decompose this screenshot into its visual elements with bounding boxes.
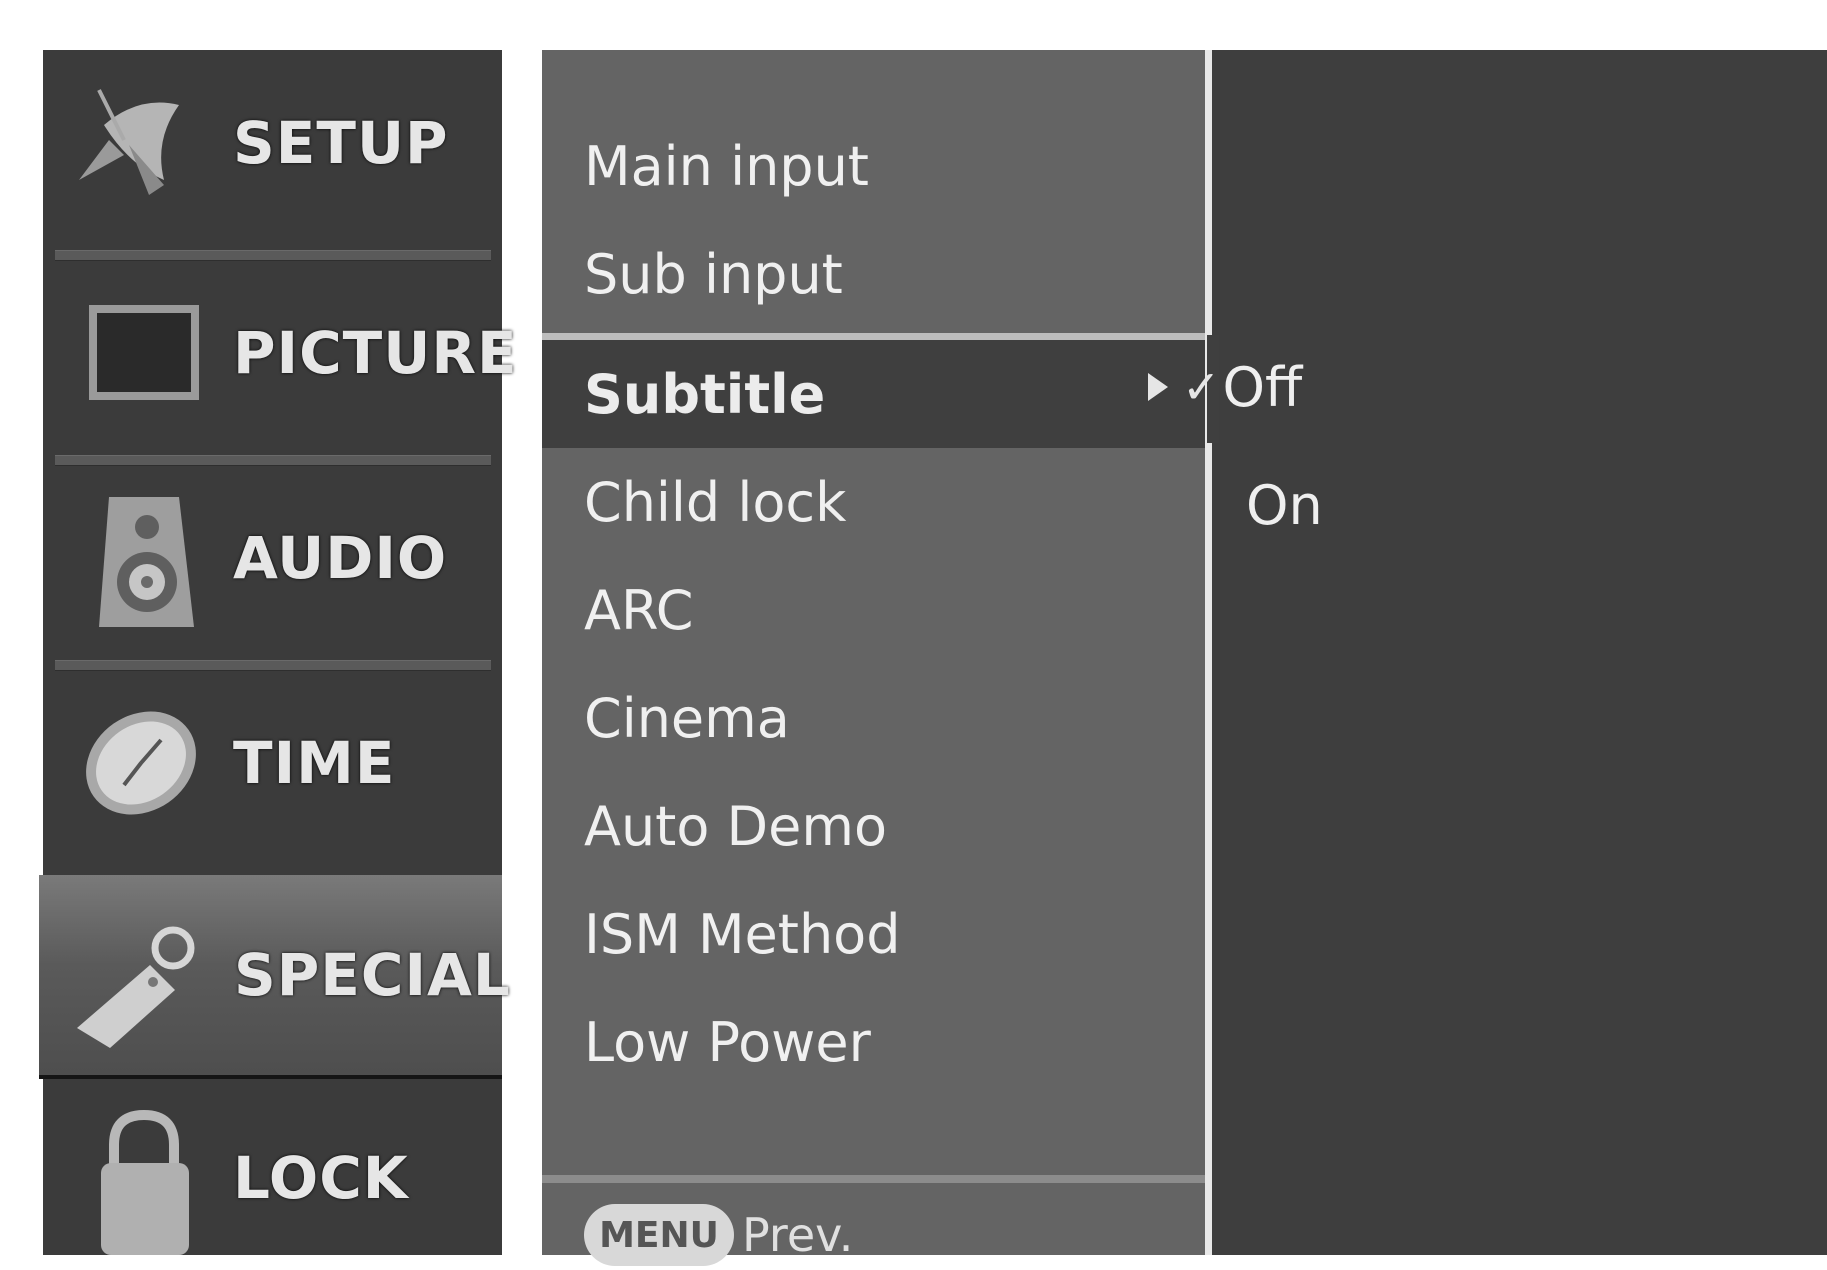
sidebar-item-picture[interactable]: PICTURE [43, 260, 518, 445]
menu-item-label: Subtitle [584, 362, 826, 426]
option-label: On [1246, 473, 1323, 537]
menu-item-label: ARC [584, 578, 694, 642]
menu-key-badge[interactable]: MENU [584, 1204, 734, 1266]
sidebar-item-label: SPECIAL [234, 941, 511, 1009]
menu-item-label: ISM Method [584, 902, 901, 966]
menu-item-label: Auto Demo [584, 794, 887, 858]
speaker-icon [69, 497, 209, 627]
panel-divider [1205, 50, 1212, 1255]
satellite-icon [69, 85, 209, 205]
sidebar-item-special[interactable]: SPECIAL [39, 875, 511, 1079]
menu-item-label: Sub input [584, 242, 843, 306]
option-label: Off [1222, 355, 1303, 419]
menu-item-label: Cinema [584, 686, 790, 750]
padlock-icon [69, 1105, 209, 1255]
sidebar-item-time[interactable]: TIME [43, 670, 502, 855]
sidebar-item-label: SETUP [233, 108, 449, 177]
main-menu-sidebar: SETUP PICTURE AUDIO TIME SPECIAL LOCK [39, 50, 518, 1255]
menu-footer: MENU Prev. [584, 1200, 853, 1270]
special-menu-panel: Main input Sub input Subtitle Child lock… [542, 50, 1207, 1266]
sidebar-item-lock[interactable]: LOCK [43, 1085, 502, 1270]
menu-item-label: Child lock [584, 470, 847, 534]
sidebar-item-label: AUDIO [233, 523, 448, 592]
sidebar-item-label: PICTURE [233, 318, 518, 387]
checkmark-icon: ✓ [1182, 360, 1221, 414]
sidebar-item-audio[interactable]: AUDIO [43, 465, 502, 650]
menu-item-sub-input[interactable]: Sub input [542, 220, 1207, 328]
menu-item-auto-demo[interactable]: Auto Demo [542, 772, 1207, 880]
menu-item-child-lock[interactable]: Child lock [542, 448, 1207, 556]
arrow-right-icon [1148, 373, 1168, 401]
sidebar-item-setup[interactable]: SETUP [43, 50, 502, 235]
subtitle-options-panel [1212, 50, 1827, 1255]
menu-item-label: Low Power [584, 1010, 871, 1074]
footer-prev-text: Prev. [742, 1208, 854, 1262]
sidebar-item-label: TIME [233, 728, 396, 797]
menu-item-main-input[interactable]: Main input [542, 112, 1207, 220]
sidebar-item-label: LOCK [233, 1143, 409, 1212]
menu-item-ism-method[interactable]: ISM Method [542, 880, 1207, 988]
clock-icon [69, 705, 209, 825]
menu-item-label: Main input [584, 134, 869, 198]
menu-item-low-power[interactable]: Low Power [542, 988, 1207, 1096]
monitor-icon [69, 295, 209, 415]
menu-item-subtitle[interactable]: Subtitle [542, 333, 1207, 448]
key-tag-icon [65, 920, 205, 1048]
option-off[interactable]: ✓ Off [1148, 333, 1302, 441]
menu-item-cinema[interactable]: Cinema [542, 664, 1207, 772]
option-on[interactable]: On [1246, 451, 1323, 559]
menu-item-arc[interactable]: ARC [542, 556, 1207, 664]
footer-divider [542, 1175, 1207, 1183]
